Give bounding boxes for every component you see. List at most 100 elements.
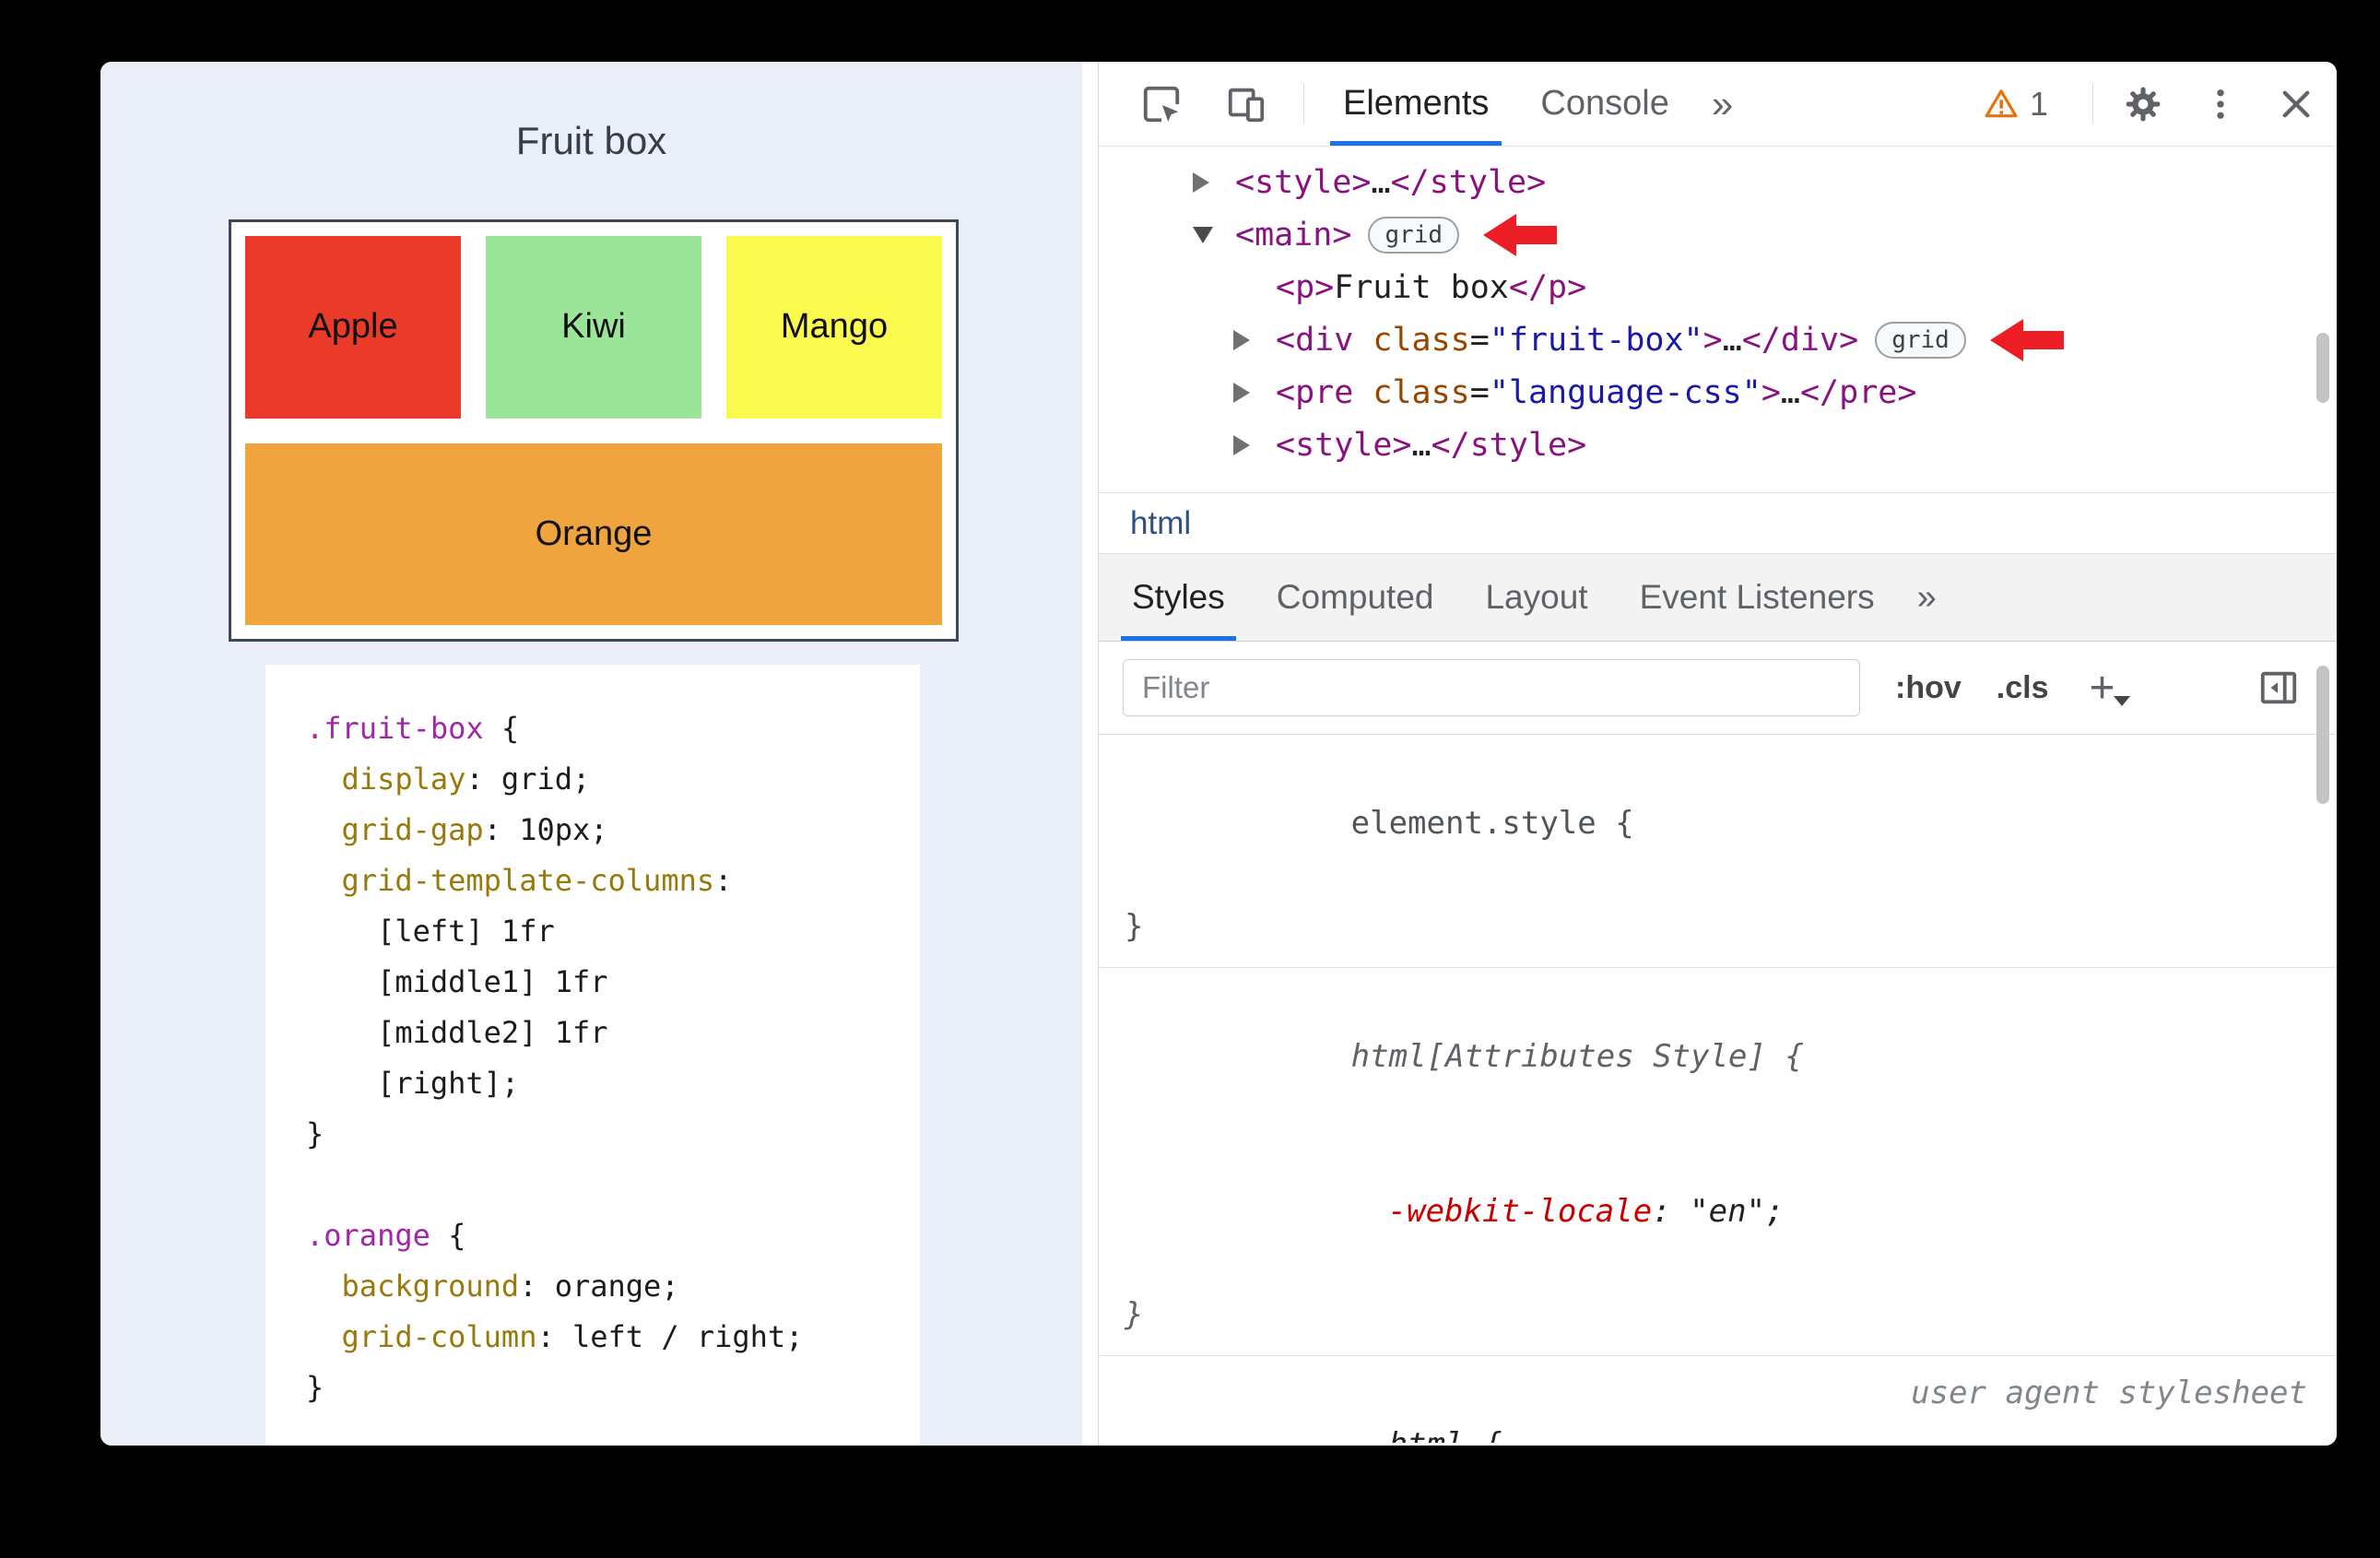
code-line: } (306, 1116, 324, 1151)
dom-tree-row[interactable]: <main> grid (1099, 208, 2337, 261)
tab-layout[interactable]: Layout (1459, 554, 1613, 641)
dom-token-tag: <div (1276, 321, 1354, 359)
dom-token-txt: … (1722, 321, 1742, 359)
grid-badge[interactable]: grid (1368, 216, 1460, 254)
expander-closed-icon[interactable] (1233, 330, 1276, 350)
code-line: [left] 1fr (306, 914, 555, 949)
settings-button[interactable] (2117, 62, 2169, 146)
page-title: Fruit box (515, 119, 667, 162)
screenshot-stage: Fruit box Apple Kiwi Mango Orange .fruit-bo… (0, 0, 2380, 1558)
dom-token-attr: class (1353, 373, 1470, 411)
browser-content-window: Fruit box Apple Kiwi Mango Orange .fruit-bo… (100, 62, 2337, 1446)
styles-pane: element.style { } html[Attributes Style]… (1099, 735, 2337, 1443)
breadcrumb-bar: html (1099, 493, 2337, 554)
rule-open-brace: { (1765, 1038, 1804, 1075)
code-line: [right]; (306, 1066, 520, 1101)
styles-sidebar-tabs: Styles Computed Layout Event Listeners » (1099, 554, 2337, 642)
gear-icon (2123, 84, 2163, 124)
dom-tree-lines: <style>… </style> <main> grid <p> Fruit box </… (1099, 156, 2337, 471)
styles-scrollbar-thumb[interactable] (2316, 666, 2329, 804)
rule-selector: html (1389, 1426, 1465, 1443)
code-line: background: orange; (341, 1269, 679, 1304)
rule-open-brace: { (1464, 1426, 1502, 1443)
tab-console[interactable]: Console (1514, 62, 1694, 146)
dom-tree: <style>… </style> <main> grid <p> Fruit box </… (1099, 147, 2337, 493)
code-block: .fruit-box { display: grid; grid-gap: 10… (265, 665, 920, 1446)
warning-count: 1 (2029, 84, 2048, 123)
panel-divider (1082, 62, 1098, 1446)
dom-token-tag: <pre (1276, 373, 1354, 411)
code-line: grid-column: left / right; (341, 1319, 804, 1354)
rule-element-style: element.style { } (1099, 735, 2337, 968)
expander-closed-icon[interactable] (1233, 435, 1276, 455)
devtools-menu-button[interactable] (2197, 62, 2245, 146)
inspect-cursor-icon (1140, 83, 1183, 125)
tab-computed[interactable]: Computed (1251, 554, 1460, 641)
dom-token-tag: </pre> (1799, 373, 1917, 411)
tab-computed-label: Computed (1276, 578, 1434, 616)
dom-token-txt: … (1411, 426, 1432, 464)
dom-token-txt: Fruit box (1334, 268, 1509, 306)
sidebar-pane-icon (2257, 667, 2300, 709)
warnings-button[interactable]: 1 (1963, 85, 2068, 124)
red-arrow-annotation (1989, 318, 2064, 361)
rule-open-brace: { (1596, 805, 1634, 842)
toggle-sidebar-pane-button[interactable] (2257, 642, 2300, 734)
css-property-value[interactable]: "en" (1690, 1193, 1765, 1230)
code-line: grid-template-columns: (341, 863, 733, 898)
warning-triangle-icon (1984, 87, 2019, 122)
semicolon: ; (1765, 1193, 1785, 1230)
rule-user-agent: html { user agent stylesheet display: bl… (1099, 1356, 2337, 1443)
dom-token-tag: <main> (1235, 216, 1352, 254)
toolbar-separator (2092, 83, 2093, 124)
fruit-box-mango: Mango (726, 236, 942, 419)
tab-elements[interactable]: Elements (1317, 62, 1514, 146)
more-tabs-button[interactable]: » (1695, 82, 1750, 126)
red-arrow-annotation (1483, 213, 1558, 256)
rule-selector: html[Attributes Style] (1350, 1038, 1766, 1075)
toggle-hover-state-button[interactable]: :hov (1895, 670, 1962, 706)
dom-tree-row[interactable]: <style>… </style> (1099, 419, 2337, 471)
toggle-class-button[interactable]: .cls (1997, 670, 2049, 706)
close-devtools-button[interactable] (2270, 62, 2322, 146)
dom-token-tag: </p> (1508, 268, 1587, 306)
dom-token-tag: <style> (1276, 426, 1412, 464)
grid-badge[interactable]: grid (1875, 321, 1966, 359)
expander-closed-icon[interactable] (1233, 383, 1276, 403)
styles-filter-input[interactable] (1123, 659, 1860, 716)
code-line: grid-gap: 10px; (341, 812, 608, 847)
new-style-rule-button[interactable]: + (2090, 663, 2130, 714)
breadcrumb-html[interactable]: html (1130, 505, 1191, 542)
device-toolbar-button[interactable] (1220, 62, 1272, 146)
dom-tree-row[interactable]: <p> Fruit box </p> (1099, 261, 2337, 313)
code-line: .orange { (306, 1218, 466, 1253)
dom-token-tag: > (1761, 373, 1781, 411)
fruit-box-apple: Apple (245, 236, 461, 419)
dom-tree-row[interactable]: <div class = "fruit-box" >… </div> grid (1099, 313, 2337, 366)
dom-token-tag: <style> (1235, 163, 1372, 201)
dom-token-txt: … (1780, 373, 1800, 411)
kebab-menu-icon (2201, 85, 2240, 124)
inspect-element-button[interactable] (1136, 62, 1187, 146)
tab-event-listeners[interactable]: Event Listeners (1614, 554, 1901, 641)
code-line: display: grid; (341, 761, 591, 797)
expander-closed-icon[interactable] (1193, 172, 1235, 193)
dom-tree-row[interactable]: <style>… </style> (1099, 156, 2337, 208)
dom-token-tag: </div> (1741, 321, 1859, 359)
rule-selector[interactable]: element.style (1351, 805, 1596, 842)
dom-tree-row[interactable]: <pre class = "language-css" >… </pre> (1099, 366, 2337, 419)
dom-token-str: "language-css" (1489, 373, 1761, 411)
more-sidebar-tabs-button[interactable]: » (1901, 578, 1953, 618)
dom-token-str: "fruit-box" (1489, 321, 1703, 359)
dom-token-tag: <p> (1276, 268, 1335, 306)
dom-token-attr: class (1353, 321, 1470, 359)
expander-open-icon[interactable] (1193, 227, 1235, 243)
fruit-box-kiwi: Kiwi (486, 236, 701, 419)
styles-filter-bar: :hov .cls + (1099, 642, 2337, 735)
code-line: [middle2] 1fr (306, 1015, 608, 1050)
css-property-name[interactable]: -webkit-locale (1388, 1193, 1653, 1230)
dom-scrollbar-thumb[interactable] (2316, 333, 2329, 403)
dom-token-pln: = (1469, 373, 1490, 411)
tab-styles[interactable]: Styles (1106, 554, 1251, 641)
